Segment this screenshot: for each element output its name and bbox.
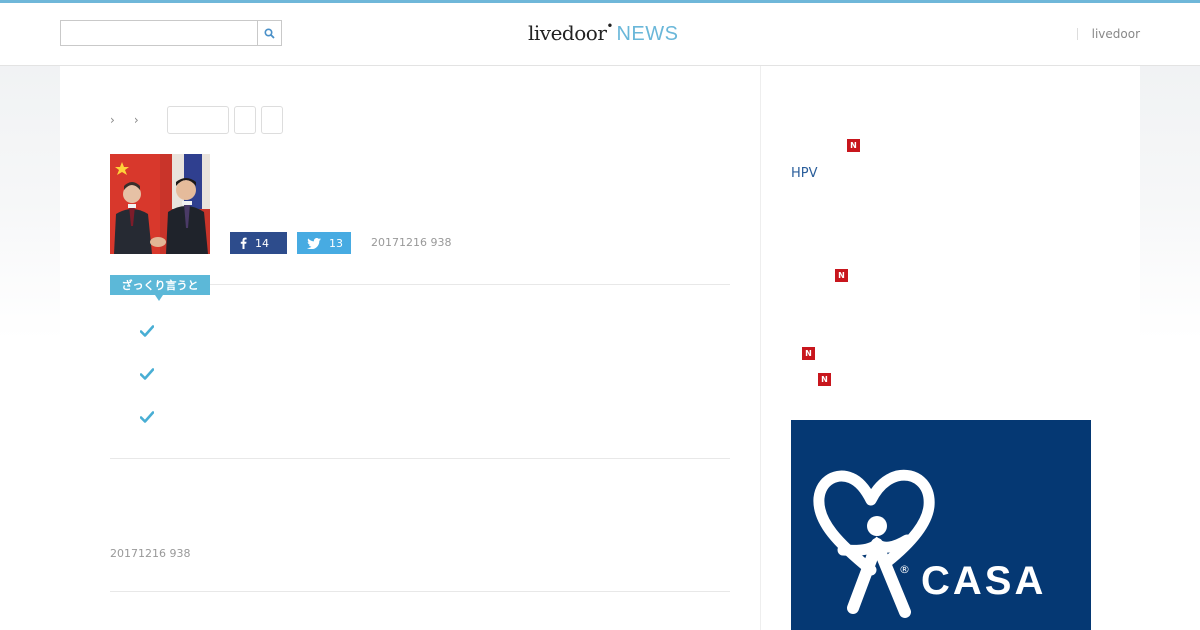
category-tag-button[interactable] xyxy=(166,106,229,134)
breadcrumb-separator: › xyxy=(133,113,139,127)
new-badge: N xyxy=(847,139,860,152)
article-main: › › 14 13 20171216 938 ざっくり言うと 20171216 … xyxy=(60,66,760,630)
breadcrumb: › › xyxy=(110,106,288,134)
site-logo[interactable]: livedoor• NEWS xyxy=(528,19,679,49)
article-date-footer: 20171216 938 xyxy=(110,547,191,560)
casa-brand-text: CASA xyxy=(921,559,1046,603)
new-badge: N xyxy=(835,269,848,282)
casa-logo: ® CASA xyxy=(813,469,1046,618)
logo-news: NEWS xyxy=(616,23,679,45)
checkmark-icon xyxy=(140,325,154,337)
twitter-icon xyxy=(307,237,321,249)
sidebar: N HPV N N N ® CASA xyxy=(760,66,1140,630)
site-header: livedoor• NEWS livedoor xyxy=(0,3,1200,66)
logo-dot: • xyxy=(606,19,614,33)
tag-button[interactable] xyxy=(233,106,256,134)
header-divider xyxy=(1076,28,1078,40)
twitter-share-button[interactable]: 13 xyxy=(297,232,351,254)
breadcrumb-separator: › xyxy=(110,113,115,127)
header-right-nav: livedoor xyxy=(1076,27,1140,41)
search-icon xyxy=(264,27,275,39)
facebook-share-button[interactable]: 14 xyxy=(230,232,287,254)
casa-advertisement[interactable]: ® CASA xyxy=(791,420,1091,630)
checkmark-icon xyxy=(140,368,154,380)
search-box xyxy=(60,20,282,46)
checkmark-icon xyxy=(140,411,154,423)
search-input[interactable] xyxy=(61,21,257,45)
leaders-handshake-photo xyxy=(110,154,210,254)
tag-button[interactable] xyxy=(260,106,283,134)
facebook-icon xyxy=(240,237,247,249)
twitter-share-count: 13 xyxy=(329,236,343,250)
livedoor-home-link[interactable]: livedoor xyxy=(1092,27,1140,41)
sidebar-news-link[interactable]: HPV xyxy=(791,166,818,181)
divider xyxy=(110,591,730,592)
registered-mark: ® xyxy=(899,563,910,576)
search-button[interactable] xyxy=(257,21,281,45)
summary-label: ざっくり言うと xyxy=(110,275,210,301)
divider xyxy=(210,284,730,285)
facebook-share-count: 14 xyxy=(255,236,269,250)
article-thumbnail[interactable] xyxy=(110,154,210,254)
divider xyxy=(110,458,730,459)
new-badge: N xyxy=(818,373,831,386)
article-date: 20171216 938 xyxy=(371,236,452,249)
new-badge: N xyxy=(802,347,815,360)
logo-livedoor: livedoor xyxy=(528,21,607,45)
